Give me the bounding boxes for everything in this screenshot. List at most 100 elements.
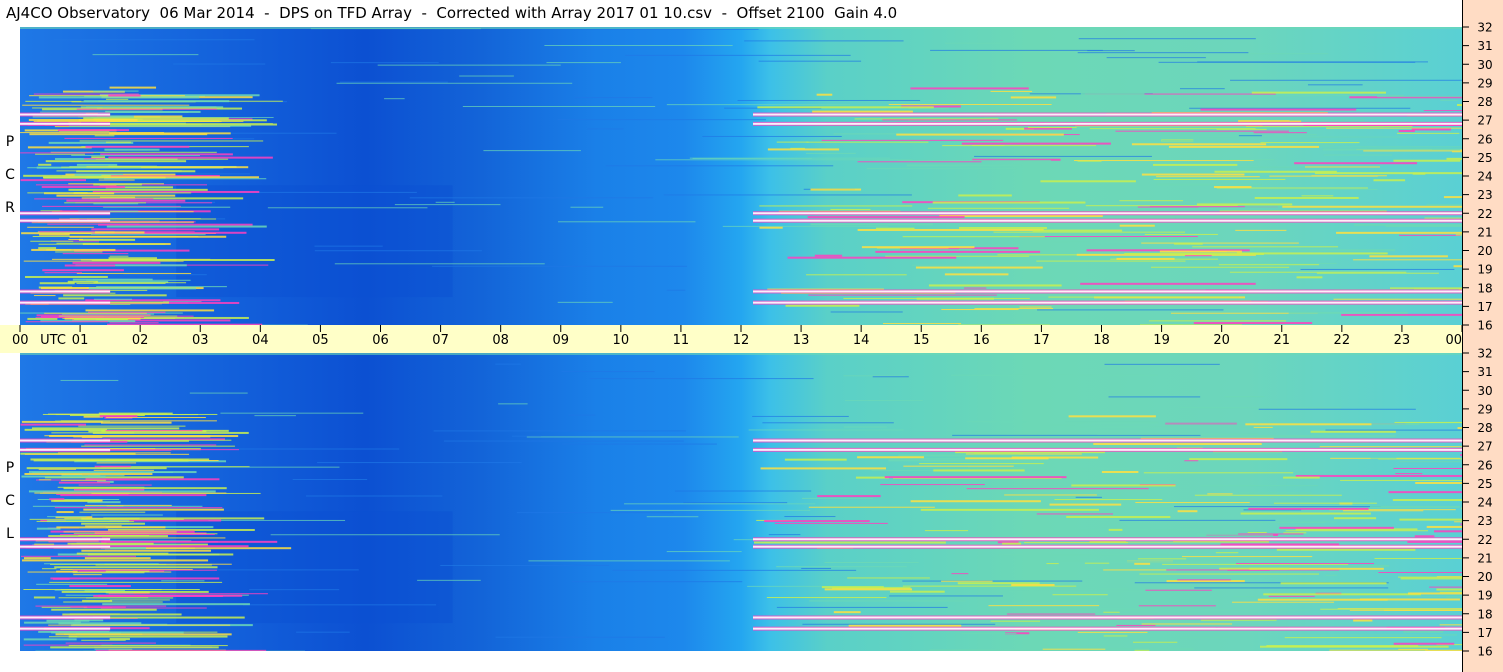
rfi-streak [1108, 528, 1123, 531]
rfi-streak [1314, 172, 1462, 175]
clipped-band [20, 122, 111, 125]
rfi-streak [1333, 517, 1377, 520]
rfi-streak [1269, 175, 1378, 177]
rfi-streak [910, 500, 1041, 503]
rfi-streak [1436, 588, 1462, 591]
pol-letter: C [5, 493, 15, 509]
rfi-streak [55, 251, 103, 253]
time-tick-label: 07 [432, 333, 449, 348]
time-tick-label: 08 [492, 333, 509, 348]
signal-line [440, 564, 610, 566]
rfi-streak [1454, 521, 1462, 523]
rfi-streak [889, 590, 945, 593]
signal-line [776, 606, 948, 608]
signal-line [589, 378, 814, 380]
rfi-streak [847, 577, 930, 579]
rfi-streak [1068, 415, 1156, 418]
rfi-streak [1282, 205, 1462, 208]
rfi-streak [1042, 241, 1173, 243]
freq-tick-label: 18 [1477, 607, 1492, 621]
rfi-streak [38, 479, 52, 481]
rfi-streak [85, 309, 215, 312]
clipped-band [20, 290, 111, 293]
rfi-streak [93, 298, 133, 300]
signal-line [292, 479, 368, 481]
rfi-streak [57, 452, 171, 454]
signal-line [546, 62, 621, 64]
signal-line [1106, 57, 1206, 59]
rfi-streak [1398, 648, 1428, 650]
rfi-streak [808, 506, 935, 508]
rfi-streak [1378, 571, 1462, 573]
rfi-streak [24, 428, 107, 431]
signal-line [306, 495, 443, 497]
rfi-streak [87, 311, 166, 313]
rfi-streak [824, 588, 913, 591]
signal-line [1220, 53, 1329, 55]
rfi-streak [67, 542, 154, 545]
signal-line [330, 62, 439, 64]
rfi-streak [1285, 530, 1429, 532]
rfi-streak [23, 557, 51, 560]
rfi-streak [20, 423, 87, 426]
rfi-streak [61, 590, 209, 593]
rfi-streak [60, 479, 106, 481]
rfi-streak [32, 107, 103, 109]
rfi-streak [79, 140, 264, 142]
rfi-streak [21, 555, 137, 557]
rfi-streak [1253, 426, 1273, 428]
rfi-streak [33, 596, 56, 599]
rfi-streak [27, 226, 94, 228]
rfi-streak [806, 274, 907, 276]
signal-line [417, 579, 481, 581]
signal-line [459, 75, 514, 77]
polarization-label-lcp: P C L [0, 353, 20, 651]
rfi-streak [1385, 225, 1462, 228]
signal-line [1179, 88, 1225, 90]
rfi-streak [98, 412, 173, 415]
time-tick-label: 00 [1445, 333, 1462, 348]
rfi-streak [1216, 128, 1267, 130]
rfi-streak [81, 639, 126, 641]
rfi-streak [857, 456, 924, 459]
rfi-streak [66, 199, 186, 202]
signal-line [409, 197, 654, 199]
rfi-streak [1019, 306, 1052, 308]
rfi-streak [81, 549, 211, 552]
freq-tick-label: 16 [1477, 319, 1492, 333]
rfi-streak [993, 231, 1186, 233]
rfi-streak [54, 566, 218, 569]
rfi-streak [1019, 236, 1198, 238]
rfi-streak [1245, 423, 1372, 426]
signal-line [173, 63, 266, 65]
quiet-region [176, 185, 453, 298]
signal-line [1307, 84, 1363, 86]
rfi-streak [1141, 173, 1245, 176]
rfi-streak [104, 148, 160, 151]
rfi-streak [58, 481, 111, 484]
rfi-streak [1139, 573, 1320, 575]
rfi-streak [1268, 595, 1315, 597]
rfi-streak [1186, 317, 1246, 320]
rfi-streak [35, 605, 167, 607]
rfi-streak [55, 420, 110, 422]
signal-line [1077, 52, 1249, 54]
pol-letter: C [5, 167, 15, 183]
clipped-band [753, 448, 1462, 451]
signal-line [1178, 609, 1310, 611]
rfi-streak [759, 205, 913, 207]
rfi-streak [880, 484, 985, 486]
signal-line [1173, 506, 1381, 508]
rfi-streak [932, 201, 1086, 204]
signal-line [495, 363, 521, 365]
signal-line [612, 569, 857, 571]
signal-line [930, 49, 1103, 51]
rfi-streak [988, 605, 1100, 607]
rfi-streak [105, 449, 239, 451]
rfi-streak [38, 468, 76, 470]
time-tick-label: 15 [913, 333, 930, 348]
rfi-streak [1153, 163, 1238, 166]
rfi-streak [1177, 510, 1198, 513]
rfi-streak [1240, 512, 1371, 515]
time-tick-label: 00 [12, 333, 29, 348]
